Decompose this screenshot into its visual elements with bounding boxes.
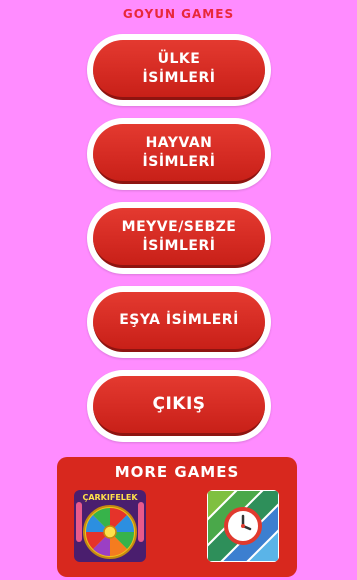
exit-label: ÇIKIŞ	[152, 394, 206, 414]
wheel-of-fortune-icon	[76, 502, 144, 559]
fruit-vegetable-names-label: MEYVE/SEBZE İSİMLERİ	[121, 218, 237, 254]
object-names-label: EŞYA İSİMLERİ	[119, 312, 239, 328]
clock-puzzle-game-thumbnail[interactable]	[207, 490, 279, 562]
animal-names-label: HAYVAN İSİMLERİ	[142, 134, 216, 170]
brand-title: GOYUN GAMES	[122, 7, 235, 21]
carkifelek-game-thumbnail[interactable]: ÇARKIFELEK	[74, 490, 146, 562]
clock-puzzle-icon	[207, 490, 279, 562]
country-names-label: ÜLKE İSİMLERİ	[142, 50, 216, 86]
object-names-button[interactable]: EŞYA İSİMLERİ	[87, 286, 271, 358]
country-names-button[interactable]: ÜLKE İSİMLERİ	[87, 34, 271, 106]
more-games-title: MORE GAMES	[114, 463, 240, 481]
more-games-panel: MORE GAMES ÇARKIFELEK	[57, 457, 297, 577]
animal-names-button[interactable]: HAYVAN İSİMLERİ	[87, 118, 271, 190]
fruit-vegetable-names-button[interactable]: MEYVE/SEBZE İSİMLERİ	[87, 202, 271, 274]
exit-button[interactable]: ÇIKIŞ	[87, 370, 271, 442]
